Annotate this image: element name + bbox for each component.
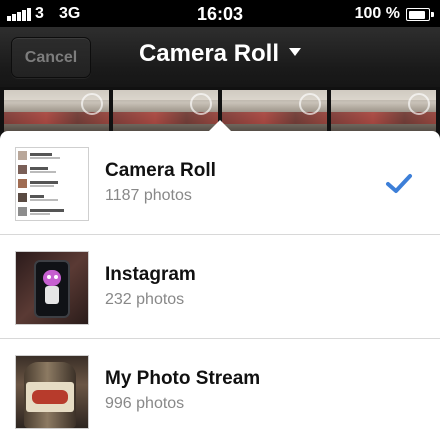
photo-thumbnail[interactable] bbox=[222, 90, 327, 133]
selection-circle-icon bbox=[81, 93, 103, 115]
album-thumbnail bbox=[16, 148, 88, 220]
album-thumbnail bbox=[16, 356, 88, 428]
battery-fill bbox=[408, 10, 425, 19]
album-row-instagram[interactable]: Instagram 232 photos bbox=[0, 235, 440, 339]
battery-icon bbox=[406, 8, 434, 21]
navigation-bar: Cancel Camera Roll bbox=[0, 27, 440, 87]
photo-thumbnail[interactable] bbox=[113, 90, 218, 133]
album-thumbnail bbox=[16, 252, 88, 324]
album-list: Camera Roll 1187 photos Instagram 232 ph… bbox=[0, 131, 440, 445]
photo-thumbnail[interactable] bbox=[331, 90, 436, 133]
album-name: Camera Roll bbox=[105, 160, 216, 181]
selection-circle-icon bbox=[190, 93, 212, 115]
album-name: My Photo Stream bbox=[105, 368, 261, 389]
battery-percentage: 100 % bbox=[354, 5, 400, 22]
status-bar: 3 3G 16:03 100 % bbox=[0, 0, 440, 27]
selection-circle-icon bbox=[299, 93, 321, 115]
selection-circle-icon bbox=[408, 93, 430, 115]
photo-thumbnail[interactable] bbox=[4, 90, 109, 133]
album-picker-title[interactable]: Camera Roll bbox=[0, 40, 440, 68]
album-photo-count: 996 photos bbox=[105, 395, 185, 412]
chevron-down-icon bbox=[289, 48, 302, 56]
album-photo-count: 1187 photos bbox=[105, 187, 192, 204]
album-photo-count: 232 photos bbox=[105, 291, 185, 308]
checkmark-icon bbox=[386, 174, 412, 193]
album-name: Instagram bbox=[105, 264, 196, 285]
page-title: Camera Roll bbox=[138, 40, 280, 67]
album-row-camera-roll[interactable]: Camera Roll 1187 photos bbox=[0, 131, 440, 235]
album-row-my-photo-stream[interactable]: My Photo Stream 996 photos bbox=[0, 339, 440, 443]
